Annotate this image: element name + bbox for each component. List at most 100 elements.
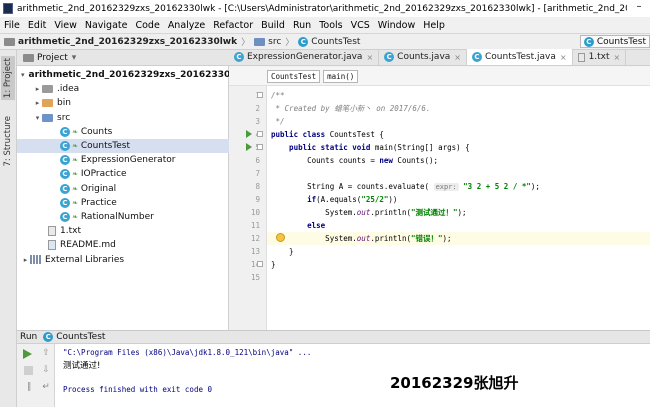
chevron-down-icon[interactable]: ▾ (21, 71, 25, 79)
nav-src[interactable]: src (268, 37, 281, 47)
tree-item[interactable]: ▸ bin (17, 96, 229, 110)
project-tool-tab[interactable]: 1: Project (1, 56, 15, 101)
stop-icon[interactable] (24, 366, 33, 375)
breadcrumb-item[interactable]: main() (323, 69, 359, 83)
code-line-13: } (271, 247, 294, 256)
text-file-icon (577, 52, 585, 62)
left-tool-strip: 1: Project 7: Structure (0, 50, 17, 330)
class-icon: C (60, 155, 70, 166)
menu-run[interactable]: Run (293, 20, 311, 31)
run-toolbar: ⇧ ⇩ ∥ ↵ (17, 344, 55, 407)
fold-marker-icon[interactable] (257, 261, 263, 267)
run-leaf-icon: ❧ (72, 213, 78, 221)
chevron-right-icon[interactable]: ▸ (33, 85, 42, 93)
tree-item[interactable]: C ❧ Counts (17, 125, 229, 139)
tree-item-label: src (57, 112, 71, 123)
code-editor[interactable]: 123456789101112131415 /** * Created by 蜡… (229, 86, 650, 330)
class-icon: C (472, 52, 482, 62)
structure-tool-tab[interactable]: 7: Structure (3, 116, 13, 167)
menu-vcs[interactable]: VCS (351, 20, 370, 31)
tree-item-label: IOPractice (80, 169, 127, 180)
tree-item[interactable]: ▸ .idea (17, 82, 229, 96)
tree-item[interactable]: ▾ src (17, 111, 229, 125)
tree-item[interactable]: C ❧ CountsTest (17, 139, 229, 153)
menu-window[interactable]: Window (378, 20, 415, 31)
tree-item[interactable]: C ❧ RationalNumber (17, 210, 229, 224)
run-gutter-icon[interactable] (246, 143, 252, 151)
tree-item-label: Practice (80, 197, 117, 208)
tree-item[interactable]: C ❧ IOPractice (17, 167, 229, 181)
menu-analyze[interactable]: Analyze (168, 20, 205, 31)
menu-code[interactable]: Code (135, 20, 159, 31)
text-file-icon (48, 226, 56, 237)
menu-file[interactable]: File (4, 20, 20, 31)
minimize-button[interactable]: – (632, 1, 646, 15)
run-console[interactable]: "C:\Program Files (x86)\Java\jdk1.8.0_12… (55, 344, 650, 407)
breadcrumb-item[interactable]: CountsTest (267, 69, 321, 83)
tree-item[interactable]: README.md (17, 238, 229, 252)
run-config-name[interactable]: CountsTest (56, 332, 105, 342)
chevron-right-icon[interactable]: ▸ (33, 99, 42, 107)
run-panel-label[interactable]: Run (20, 332, 37, 342)
code-line-14: } (271, 260, 276, 269)
menu-edit[interactable]: Edit (28, 20, 46, 31)
nav-separator: 〉 (285, 38, 295, 48)
close-icon[interactable]: × (454, 53, 461, 62)
tab-1-txt[interactable]: 1.txt × (573, 49, 627, 65)
project-panel-title[interactable]: Project (37, 53, 68, 63)
menu-tools[interactable]: Tools (319, 20, 342, 31)
code-line-11: else (271, 221, 326, 230)
arrow-up-icon[interactable]: ⇧ (40, 348, 52, 359)
menu-navigate[interactable]: Navigate (85, 20, 128, 31)
chevron-down-icon[interactable]: ▾ (33, 114, 42, 122)
run-gutter-icon[interactable] (246, 130, 252, 138)
tree-item[interactable]: C ❧ Practice (17, 196, 229, 210)
tree-item-label: arithmetic_2nd_20162329zxs_20162330lwk (28, 70, 248, 80)
fold-marker-icon[interactable] (257, 131, 263, 137)
close-icon[interactable]: × (366, 53, 373, 62)
tab-counts-java[interactable]: C Counts.java × (379, 49, 467, 65)
tab-label: CountsTest.java (485, 52, 556, 62)
breadcrumb: CountsTest main() (229, 67, 650, 86)
nav-project[interactable]: arithmetic_2nd_20162329zxs_20162330lwk (18, 37, 237, 47)
tree-item-label: Counts (80, 126, 113, 137)
console-command-line: "C:\Program Files (x86)\Java\jdk1.8.0_12… (63, 348, 312, 357)
tree-item[interactable]: ▸ External Libraries (17, 253, 229, 267)
menu-refactor[interactable]: Refactor (213, 20, 253, 31)
tree-item[interactable]: ▾ arithmetic_2nd_20162329zxs_20162330lwk (17, 68, 248, 82)
menu-build[interactable]: Build (261, 20, 285, 31)
fold-marker-icon[interactable] (257, 92, 263, 98)
close-icon[interactable]: × (614, 53, 621, 62)
class-icon: C (60, 183, 70, 194)
tab-countstest-java[interactable]: C CountsTest.java × (467, 49, 573, 65)
line-number: 2 (255, 104, 260, 113)
pause-icon[interactable]: ∥ (23, 382, 35, 393)
menu-help[interactable]: Help (423, 20, 445, 31)
arrow-down-icon[interactable]: ⇩ (40, 365, 52, 376)
chevron-right-icon[interactable]: ▸ (21, 256, 30, 264)
line-number: 4 (229, 130, 260, 139)
nav-file[interactable]: CountsTest (311, 37, 360, 47)
line-number: 15 (250, 273, 260, 282)
code-line-9: if(A.equals("25/2")) (271, 195, 398, 204)
tab-label: 1.txt (588, 52, 610, 62)
class-icon: C (298, 36, 309, 47)
tree-item[interactable]: 1.txt (17, 224, 229, 238)
param-hint: expr: (433, 183, 459, 191)
wrap-icon[interactable]: ↵ (40, 382, 52, 393)
run-config-selector[interactable]: C CountsTest (579, 35, 650, 48)
tree-item[interactable]: C ❧ ExpressionGenerator (17, 153, 229, 167)
tree-item-label: External Libraries (45, 254, 125, 265)
tree-item-label: ExpressionGenerator (80, 155, 176, 166)
console-exit-line: Process finished with exit code 0 (63, 385, 213, 394)
rerun-icon[interactable] (23, 349, 32, 359)
menu-view[interactable]: View (54, 20, 77, 31)
tab-expressiongenerator-java[interactable]: C ExpressionGenerator.java × (229, 49, 380, 65)
tree-item[interactable]: C ❧ Original (17, 182, 229, 196)
run-leaf-icon: ❧ (72, 142, 78, 150)
fold-marker-icon[interactable] (257, 144, 263, 150)
close-icon[interactable]: × (560, 53, 567, 62)
folder-icon (42, 99, 53, 108)
chevron-down-icon[interactable]: ▾ (72, 53, 77, 63)
code-line-8: String A = counts.evaluate( expr: "3 2 +… (271, 182, 540, 191)
